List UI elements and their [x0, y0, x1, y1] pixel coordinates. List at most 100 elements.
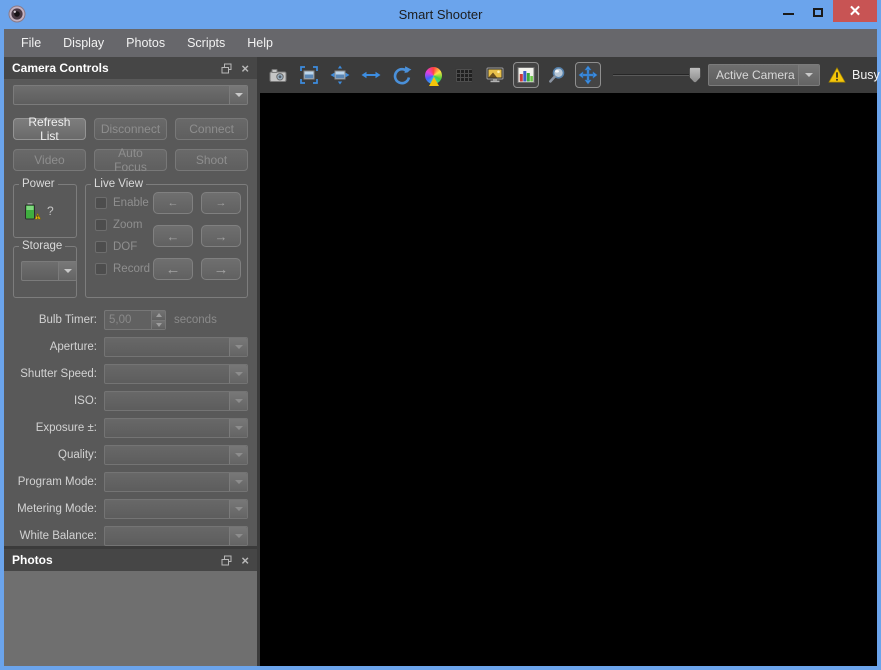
record-checkbox-row: Record [95, 263, 150, 275]
color-profile-button[interactable] [420, 62, 446, 88]
storage-dropdown-arrow[interactable] [58, 262, 76, 280]
live-view-right-button-1[interactable]: → [201, 192, 241, 214]
refresh-list-button[interactable]: Refresh List [13, 115, 86, 143]
menu-photos[interactable]: Photos [115, 36, 176, 50]
toolbar: Active Camera Busy [257, 57, 880, 93]
live-view-left-button-3[interactable]: ← [153, 258, 193, 280]
app-window: Smart Shooter ✕ File Display Photos Scri… [0, 0, 881, 670]
power-group: Power ? [13, 178, 77, 238]
record-checkbox-label: Record [113, 263, 151, 275]
chevron-down-icon [234, 372, 243, 376]
live-view-left-button-1[interactable]: ← [153, 192, 193, 214]
exposure-select[interactable] [104, 418, 248, 438]
storage-group: Storage [13, 240, 77, 298]
aperture-select[interactable] [104, 337, 248, 357]
close-panel-icon[interactable]: × [241, 554, 249, 567]
capture-photo-button[interactable] [265, 62, 291, 88]
camera-list-select[interactable] [13, 85, 248, 105]
camera-controls-header: Camera Controls × [4, 57, 257, 79]
fit-to-width-button[interactable] [327, 62, 353, 88]
menu-file[interactable]: File [10, 36, 52, 50]
iso-dropdown-arrow[interactable] [229, 392, 247, 410]
record-checkbox[interactable] [95, 263, 107, 275]
float-panel-icon[interactable] [221, 555, 232, 566]
shutter-speed-dropdown-arrow[interactable] [229, 365, 247, 383]
slider-handle[interactable] [689, 67, 701, 83]
pan-tool-button[interactable] [575, 62, 601, 88]
histogram-toggle-button[interactable] [513, 62, 539, 88]
storage-select[interactable] [21, 261, 77, 281]
minimize-button[interactable] [773, 0, 803, 22]
auto-focus-button[interactable]: Auto Focus [94, 146, 167, 174]
program-mode-dropdown-arrow[interactable] [229, 473, 247, 491]
close-button[interactable]: ✕ [833, 0, 877, 22]
active-camera-select[interactable]: Active Camera [708, 64, 820, 86]
float-panel-icon[interactable] [221, 63, 232, 74]
exposure-dropdown-arrow[interactable] [229, 419, 247, 437]
chevron-down-icon [234, 507, 243, 511]
white-balance-select[interactable] [104, 526, 248, 546]
chevron-down-icon [234, 480, 243, 484]
bulb-timer-unit: seconds [174, 314, 217, 326]
camera-controls-title: Camera Controls [12, 61, 109, 75]
active-camera-dropdown-arrow[interactable] [798, 65, 819, 85]
connect-button[interactable]: Connect [175, 118, 248, 140]
bulb-timer-spinbox[interactable] [104, 310, 166, 330]
bulb-timer-input[interactable] [105, 311, 151, 329]
iso-label: ISO: [73, 395, 97, 407]
bulb-timer-down-button[interactable] [152, 320, 165, 329]
live-view-right-button-3[interactable]: → [201, 258, 241, 280]
zoom-slider[interactable] [613, 66, 701, 84]
camera-icon [269, 69, 287, 82]
spin-up-icon [155, 313, 162, 318]
photos-title: Photos [12, 553, 53, 567]
menu-display[interactable]: Display [52, 36, 115, 50]
quality-dropdown-arrow[interactable] [229, 446, 247, 464]
refresh-view-button[interactable] [389, 62, 415, 88]
disconnect-button[interactable]: Disconnect [93, 118, 168, 140]
dof-checkbox[interactable] [95, 241, 107, 253]
minimize-icon [782, 13, 794, 15]
video-button[interactable]: Video [13, 149, 86, 171]
aperture-label: Aperture: [49, 341, 97, 353]
menu-help[interactable]: Help [236, 36, 284, 50]
fit-to-window-button[interactable] [296, 62, 322, 88]
shutter-speed-select[interactable] [104, 364, 248, 384]
display-output-button[interactable] [482, 62, 508, 88]
live-view-left-button-2[interactable]: ← [153, 225, 193, 247]
white-balance-dropdown-arrow[interactable] [229, 527, 247, 545]
image-viewport [260, 93, 877, 666]
battery-warning-icon [25, 202, 41, 219]
live-view-right-button-2[interactable]: → [201, 225, 241, 247]
quality-select[interactable] [104, 445, 248, 465]
enable-checkbox[interactable] [95, 197, 107, 209]
warning-icon [828, 67, 846, 83]
metering-mode-select[interactable] [104, 499, 248, 519]
program-mode-select[interactable] [104, 472, 248, 492]
shutter-speed-value [105, 365, 229, 383]
monitor-icon [486, 67, 504, 83]
metering-mode-dropdown-arrow[interactable] [229, 500, 247, 518]
bulb-timer-up-button[interactable] [152, 311, 165, 321]
chevron-down-icon [234, 534, 243, 538]
metering-mode-label: Metering Mode: [17, 503, 97, 515]
magnifier-icon [549, 67, 565, 83]
shoot-button[interactable]: Shoot [175, 149, 248, 171]
program-mode-value [105, 473, 229, 491]
fit-width-icon [330, 65, 350, 85]
spin-down-icon [155, 322, 162, 327]
iso-select[interactable] [104, 391, 248, 411]
power-status: ? [47, 204, 54, 218]
zoom-checkbox[interactable] [95, 219, 107, 231]
aperture-dropdown-arrow[interactable] [229, 338, 247, 356]
close-panel-icon[interactable]: × [241, 62, 249, 75]
maximize-button[interactable] [803, 0, 833, 22]
actual-size-button[interactable] [358, 62, 384, 88]
camera-list-dropdown-arrow[interactable] [229, 86, 247, 104]
slider-track [613, 74, 701, 76]
shutter-speed-label: Shutter Speed: [20, 368, 97, 380]
thumbnail-grid-button[interactable] [451, 62, 477, 88]
zoom-tool-button[interactable] [544, 62, 570, 88]
menu-scripts[interactable]: Scripts [176, 36, 236, 50]
horizontal-arrows-icon [361, 71, 381, 79]
